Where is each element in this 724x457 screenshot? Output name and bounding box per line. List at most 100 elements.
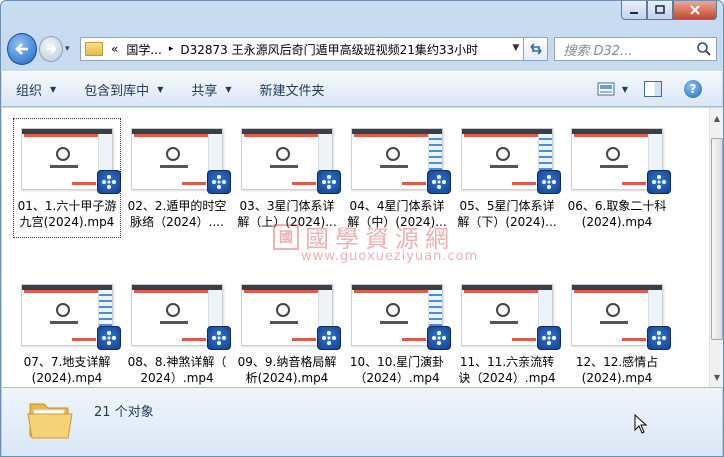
folder-icon xyxy=(85,42,104,56)
vertical-scrollbar[interactable]: ▲ ▼ xyxy=(709,108,723,387)
folder-icon xyxy=(27,403,73,439)
item-count: 21 个对象 xyxy=(94,405,154,420)
file-name: 10、10.星门演卦 （2024）.mp4 xyxy=(343,354,451,386)
explorer-window: ▾ « 国学... ▸ D32873 王永源风后奇门遁甲高级班视频21集约33小… xyxy=(0,0,724,457)
file-item[interactable]: 11、11.六亲流转 诀（2024）.mp4 xyxy=(453,274,561,387)
new-folder-button[interactable]: 新建文件夹 xyxy=(260,80,325,99)
media-player-icon xyxy=(207,326,231,350)
share-label: 共享 xyxy=(191,83,218,99)
media-player-icon xyxy=(427,326,451,350)
file-name: 07、7.地支详解 (2024).mp4 xyxy=(13,354,121,386)
watermark-url: www.guoxueziyuan.com xyxy=(301,249,479,264)
media-player-icon xyxy=(647,170,671,194)
file-name-line: 03、3星门体系详 xyxy=(239,199,335,213)
view-controls: ▼ ? xyxy=(597,80,702,98)
file-item[interactable]: 10、10.星门演卦 （2024）.mp4 xyxy=(343,274,451,387)
preview-pane-button[interactable] xyxy=(644,81,662,97)
file-item[interactable]: 03、3星门体系详 解（上）(2024)... xyxy=(233,118,341,238)
chevron-down-icon: ▼ xyxy=(157,84,164,94)
file-name-line: 07、7.地支详解 xyxy=(23,355,111,369)
file-name: 11、11.六亲流转 诀（2024）.mp4 xyxy=(453,354,561,386)
file-name-line: 析(2024).mp4 xyxy=(245,371,329,385)
breadcrumb-segment[interactable]: 国学... xyxy=(122,41,165,58)
search-input[interactable]: 搜索 D32... xyxy=(563,40,632,59)
file-name-line: 诀（2024）.mp4 xyxy=(458,371,556,385)
file-item[interactable]: 04、4星门体系详 解（中）(2024)... xyxy=(343,118,451,238)
file-item[interactable]: 01、1.六十甲子游 九宫(2024).mp4 xyxy=(13,118,121,238)
file-name-line: (2024).mp4 xyxy=(581,371,653,385)
file-item[interactable]: 06、6.取象二十科 (2024).mp4 xyxy=(563,118,671,238)
search-box[interactable]: 搜索 D32... xyxy=(554,37,717,61)
file-name: 02、2.遁甲的时空 脉络（2024）.... xyxy=(123,198,231,230)
details-pane: 21 个对象 xyxy=(2,387,722,456)
file-item[interactable]: 12、12.感情占 (2024).mp4 xyxy=(563,274,671,387)
organize-label: 组织 xyxy=(16,83,43,99)
chevron-down-icon: ▼ xyxy=(50,84,57,94)
media-player-icon xyxy=(207,170,231,194)
scrollbar-thumb[interactable] xyxy=(711,138,723,340)
mouse-cursor-icon xyxy=(634,414,648,434)
media-player-icon xyxy=(427,170,451,194)
file-item[interactable]: 09、9.纳音格局解 析(2024).mp4 xyxy=(233,274,341,387)
file-name: 12、12.感情占 (2024).mp4 xyxy=(563,354,671,386)
file-name: 09、9.纳音格局解 析(2024).mp4 xyxy=(233,354,341,386)
back-arrow-icon xyxy=(15,43,28,55)
address-bar[interactable]: « 国学... ▸ D32873 王永源风后奇门遁甲高级班视频21集约33小时 … xyxy=(80,37,525,61)
address-overflow-chevron[interactable]: « xyxy=(107,42,122,56)
file-name: 01、1.六十甲子游 九宫(2024).mp4 xyxy=(13,198,121,230)
address-dropdown-icon[interactable]: ▼ xyxy=(512,43,519,53)
media-player-icon xyxy=(97,326,121,350)
refresh-button[interactable] xyxy=(524,37,549,61)
file-name-line: 九宫(2024).mp4 xyxy=(19,215,115,229)
file-name-line: 解（下）(2024)... xyxy=(457,215,557,229)
file-name-line: 11、11.六亲流转 xyxy=(459,355,555,369)
file-item[interactable]: 05、5星门体系详 解（下）(2024)... xyxy=(453,118,561,238)
file-name-line: 解（上）(2024)... xyxy=(237,215,337,229)
file-item[interactable]: 07、7.地支详解 (2024).mp4 xyxy=(13,274,121,387)
change-view-button[interactable] xyxy=(597,80,619,98)
close-button[interactable] xyxy=(673,1,717,20)
file-item[interactable]: 08、8.神煞详解（ 2024）.mp4 xyxy=(123,274,231,387)
file-name-line: 09、9.纳音格局解 xyxy=(237,355,337,369)
minimize-icon xyxy=(630,12,638,14)
search-icon[interactable] xyxy=(696,41,712,57)
scroll-up-icon[interactable]: ▲ xyxy=(710,110,723,126)
refresh-icon xyxy=(530,43,542,55)
back-button[interactable] xyxy=(7,33,37,65)
file-name-line: 01、1.六十甲子游 xyxy=(17,199,117,213)
media-player-icon xyxy=(537,170,561,194)
share-button[interactable]: 共享 ▼ xyxy=(191,80,231,99)
view-dropdown-icon[interactable]: ▼ xyxy=(622,85,628,94)
maximize-button[interactable] xyxy=(647,1,673,20)
file-name-line: 08、8.神煞详解（ xyxy=(127,355,227,369)
forward-arrow-icon xyxy=(46,44,57,54)
view-icon xyxy=(597,82,615,96)
file-name-line: 02、2.遁甲的时空 xyxy=(127,199,227,213)
breadcrumb-segment[interactable]: D32873 王永源风后奇门遁甲高级班视频21集约33小时 xyxy=(176,41,482,58)
media-player-icon xyxy=(537,326,561,350)
breadcrumb-separator[interactable]: ▸ xyxy=(166,44,177,54)
scroll-down-icon[interactable]: ▼ xyxy=(710,369,723,385)
file-name: 05、5星门体系详 解（下）(2024)... xyxy=(453,198,561,230)
close-icon xyxy=(690,5,700,15)
command-bar: 组织 ▼ 包含到库中 ▼ 共享 ▼ 新建文件夹 ▼ ? xyxy=(2,71,722,107)
media-player-icon xyxy=(317,170,341,194)
file-name-line: （2024）.mp4 xyxy=(354,371,440,385)
file-item[interactable]: 02、2.遁甲的时空 脉络（2024）.... xyxy=(123,118,231,238)
media-player-icon xyxy=(317,326,341,350)
file-name: 04、4星门体系详 解（中）(2024)... xyxy=(343,198,451,230)
file-name: 06、6.取象二十科 (2024).mp4 xyxy=(563,198,671,230)
file-name-line: 12、12.感情占 xyxy=(575,355,659,369)
minimize-button[interactable] xyxy=(621,1,647,20)
file-name-line: 脉络（2024）.... xyxy=(130,215,224,229)
recent-pages-dropdown[interactable]: ▾ xyxy=(65,44,76,54)
file-name-line: 10、10.星门演卦 xyxy=(349,355,445,369)
new-folder-label: 新建文件夹 xyxy=(259,83,325,99)
include-in-library-label: 包含到库中 xyxy=(84,83,150,99)
help-button[interactable]: ? xyxy=(684,80,702,98)
forward-button[interactable] xyxy=(38,36,63,62)
file-list: 01、1.六十甲子游 九宫(2024).mp4 02、2.遁甲的时空 脉络（2024）… xyxy=(2,108,709,387)
include-in-library-button[interactable]: 包含到库中 ▼ xyxy=(84,80,163,99)
organize-button[interactable]: 组织 ▼ xyxy=(16,80,56,99)
media-player-icon xyxy=(97,170,121,194)
